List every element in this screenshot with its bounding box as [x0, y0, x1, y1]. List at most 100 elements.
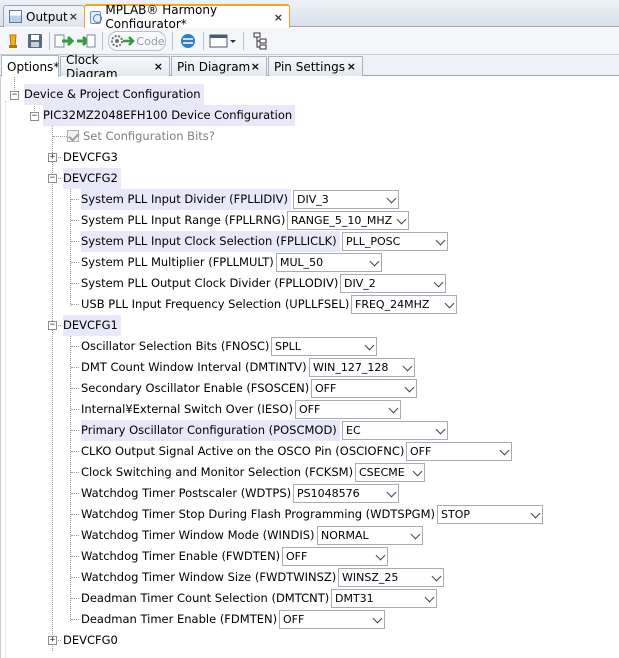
- setting-dropdown[interactable]: DIV_2: [340, 274, 446, 293]
- tree-node-device[interactable]: PIC32MZ2048EFH100 Device Configuration: [43, 105, 296, 126]
- output-window-icon: [9, 10, 22, 23]
- tab-pin-settings-label: Pin Settings: [274, 59, 345, 74]
- close-icon[interactable]: ×: [251, 60, 260, 73]
- setting-dropdown[interactable]: OFF: [311, 379, 417, 398]
- setting-label: System PLL Input Clock Selection (FPLLIC…: [81, 231, 340, 252]
- setting-value: MUL_50: [280, 256, 324, 269]
- setting-dropdown[interactable]: WIN_127_128: [309, 358, 415, 377]
- export-icon: [77, 34, 96, 48]
- setting-value: DIV_2: [344, 277, 376, 290]
- setting-dropdown[interactable]: OFF: [279, 610, 385, 629]
- chevron-down-icon: [384, 485, 398, 502]
- collapse-toggle[interactable]: −: [10, 91, 19, 100]
- tree-node-devcfg3[interactable]: DEVCFG3: [63, 147, 118, 168]
- setting-label: Oscillator Selection Bits (FNOSC): [81, 339, 270, 353]
- setting-value: PS1048576: [297, 487, 360, 500]
- tab-options[interactable]: Options*: [1, 55, 59, 77]
- tab-harmony-configurator[interactable]: MPLAB® Harmony Configurator* ×: [84, 3, 290, 31]
- tab-output[interactable]: Output ×: [3, 5, 85, 27]
- harmony-framework-button[interactable]: [178, 31, 198, 51]
- setting-value: OFF: [299, 403, 321, 416]
- setting-dropdown[interactable]: STOP: [437, 505, 543, 524]
- setting-dropdown[interactable]: PLL_POSC: [342, 232, 448, 251]
- chevron-down-icon: [433, 233, 447, 250]
- setting-label: System PLL Multiplier (FPLLMULT): [81, 255, 274, 269]
- close-icon[interactable]: ×: [274, 11, 283, 24]
- chevron-down-icon: [408, 527, 422, 544]
- setting-dropdown[interactable]: EC: [342, 421, 448, 440]
- setting-value: PLL_POSC: [346, 235, 401, 248]
- expand-toggle[interactable]: +: [48, 636, 57, 645]
- harmony-icon: [90, 10, 103, 24]
- chevron-down-icon: [410, 464, 424, 481]
- tree-node-set-config-bits: Set Configuration Bits?: [83, 129, 215, 143]
- chevron-down-icon: [431, 275, 445, 292]
- tab-output-label: Output: [26, 9, 68, 24]
- tree-node-devcfg2[interactable]: DEVCFG2: [63, 168, 121, 189]
- expand-toggle[interactable]: +: [48, 153, 57, 162]
- tab-options-label: Options*: [7, 59, 60, 74]
- generate-icon: [9, 34, 17, 48]
- setting-dropdown[interactable]: OFF: [406, 442, 512, 461]
- export-button[interactable]: [75, 31, 97, 51]
- chevron-down-icon: [362, 338, 376, 355]
- setting-label: Deadman Timer Count Selection (DMTCNT): [81, 591, 330, 605]
- generate-code-label: Code: [136, 34, 165, 48]
- setting-dropdown[interactable]: CSECME: [355, 463, 425, 482]
- setting-dropdown[interactable]: DMT31: [331, 589, 437, 608]
- generate-button[interactable]: [4, 31, 22, 51]
- close-icon[interactable]: ×: [154, 60, 163, 73]
- setting-dropdown[interactable]: DIV_3: [293, 190, 399, 209]
- import-button[interactable]: [53, 31, 75, 51]
- setting-dropdown[interactable]: OFF: [282, 547, 388, 566]
- window-layout-button[interactable]: [208, 31, 238, 51]
- collapse-toggle[interactable]: −: [30, 112, 39, 121]
- tab-clock-diagram[interactable]: Clock Diagram ×: [60, 53, 170, 81]
- setting-value: OFF: [315, 382, 337, 395]
- setting-value: CSECME: [359, 466, 405, 479]
- close-icon[interactable]: ×: [347, 60, 356, 73]
- setting-value: STOP: [441, 508, 470, 521]
- generate-code-button[interactable]: Code: [108, 31, 166, 51]
- setting-dropdown[interactable]: MUL_50: [276, 253, 382, 272]
- setting-value: WINSZ_25: [342, 571, 399, 584]
- setting-dropdown[interactable]: RANGE_5_10_MHZ: [287, 211, 409, 230]
- tree-node-root[interactable]: Device & Project Configuration: [24, 84, 204, 105]
- chevron-down-icon: [528, 506, 542, 523]
- setting-value: OFF: [286, 550, 308, 563]
- editor-tab-bar: Output × MPLAB® Harmony Configurator* ×: [0, 0, 619, 31]
- tab-pin-settings[interactable]: Pin Settings ×: [268, 56, 363, 76]
- collapse-toggle[interactable]: −: [48, 174, 57, 183]
- tree-node-devcfg1[interactable]: DEVCFG1: [63, 315, 121, 336]
- save-icon: [28, 34, 42, 48]
- setting-dropdown[interactable]: SPLL: [271, 337, 377, 356]
- setting-label: Watchdog Timer Stop During Flash Program…: [81, 507, 435, 521]
- close-icon[interactable]: ×: [69, 10, 78, 23]
- set-config-bits-checkbox[interactable]: [67, 130, 79, 142]
- setting-label: Secondary Oscillator Enable (FSOSCEN): [81, 381, 310, 395]
- setting-value: DIV_3: [297, 193, 329, 206]
- tree-view-button[interactable]: [250, 31, 270, 51]
- tree-view-icon: [253, 32, 267, 50]
- setting-label: System PLL Input Range (FPLLRNG): [81, 213, 286, 227]
- setting-label: Watchdog Timer Window Mode (WINDIS): [81, 528, 315, 542]
- setting-dropdown[interactable]: PS1048576: [293, 484, 399, 503]
- setting-dropdown[interactable]: NORMAL: [317, 526, 423, 545]
- setting-value: OFF: [410, 445, 432, 458]
- tab-pin-diagram[interactable]: Pin Diagram ×: [171, 56, 267, 76]
- tree-node-devcfg0[interactable]: DEVCFG0: [63, 630, 118, 651]
- tab-pin-diagram-label: Pin Diagram: [177, 59, 251, 74]
- collapse-toggle[interactable]: −: [48, 321, 57, 330]
- setting-value: SPLL: [275, 340, 301, 353]
- setting-value: WIN_127_128: [313, 361, 389, 374]
- import-icon: [54, 34, 74, 48]
- setting-label: Deadman Timer Enable (FDMTEN): [81, 612, 278, 626]
- save-button[interactable]: [25, 31, 45, 51]
- setting-dropdown[interactable]: FREQ_24MHZ: [351, 295, 457, 314]
- chevron-down-icon: [370, 611, 384, 628]
- chevron-down-icon: [402, 380, 416, 397]
- setting-dropdown[interactable]: WINSZ_25: [338, 568, 444, 587]
- configuration-tree: − Device & Project Configuration − PIC32…: [0, 77, 619, 658]
- setting-dropdown[interactable]: OFF: [295, 400, 401, 419]
- chevron-down-icon: [442, 296, 456, 313]
